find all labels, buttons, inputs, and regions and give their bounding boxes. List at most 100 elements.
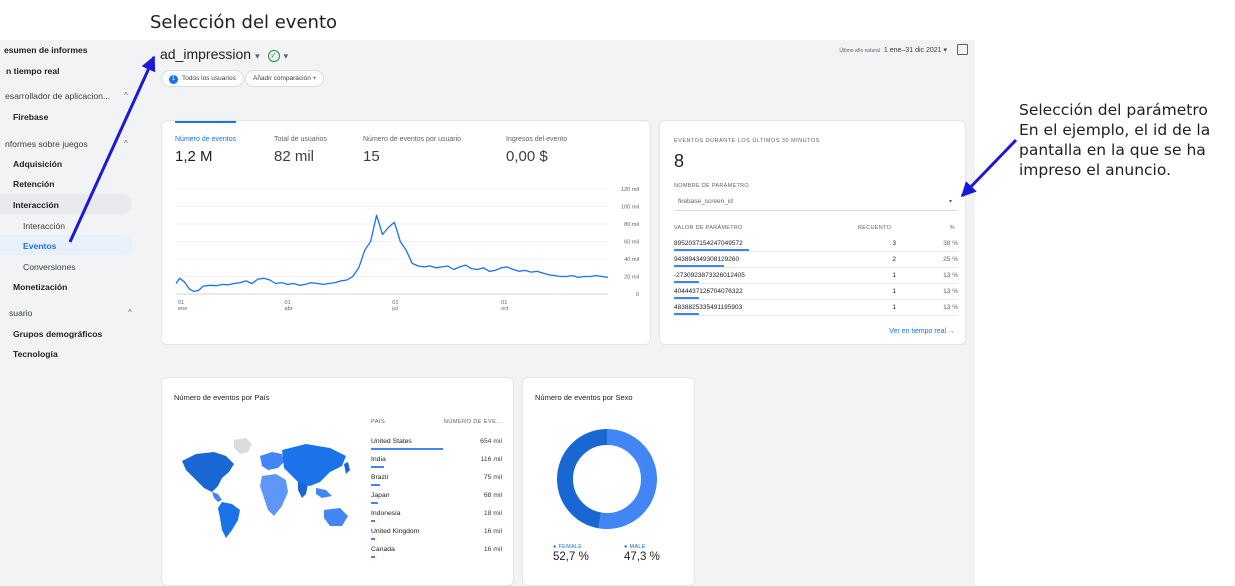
table-row: -2730923873326012405 1 13 % [674, 269, 958, 284]
customize-report-icon[interactable] [957, 44, 968, 55]
view-realtime-link[interactable]: Ver en tiempo real → [889, 328, 955, 335]
comparison-chip-all-users[interactable]: 1 Todos los usuarios [161, 70, 244, 87]
map-region-europe [260, 452, 284, 470]
map-region-india [298, 482, 308, 498]
event-name: ad_impression [160, 46, 252, 62]
sidebar-item-technology[interactable]: Tecnología [13, 349, 58, 359]
sidebar-item-monetization[interactable]: Monetización [13, 282, 67, 292]
sidebar-item-engagement[interactable]: Interacción [13, 200, 59, 210]
map-region-greenland [234, 438, 252, 454]
map-region-southeast-asia [316, 488, 332, 498]
y-tick-label: 80 mil [624, 222, 639, 228]
table-row: Japan 68 mil [371, 490, 502, 508]
map-region-japan [344, 462, 350, 474]
parameter-name-label: NOMBRE DE PARÁMETRO [674, 183, 749, 189]
share-bar [674, 265, 724, 267]
share-bar [674, 249, 749, 251]
y-tick-label: 120 mil [621, 187, 639, 193]
annotation-line: pantalla en la que se ha [1019, 141, 1206, 159]
x-tick-month: jul [391, 306, 398, 312]
table-row: India 116 mil [371, 454, 502, 472]
share-bar [371, 448, 443, 450]
nav-active-highlight [0, 235, 132, 255]
legend-female: ● FEMALE 52,7 % [553, 544, 589, 563]
events-by-gender-card: Número de eventos por Sexo ● FEMALE 52,7… [522, 377, 695, 586]
events-line-chart: 120 mil100 mil80 mil60 mil40 mil20 mil00… [175, 187, 639, 312]
comparison-number-badge: 1 [169, 75, 178, 84]
check-circle-icon[interactable]: ✓ [267, 50, 280, 62]
annotation-line: impreso el anuncio. [1019, 161, 1172, 179]
annotation-line: Selección del parámetro [1019, 101, 1208, 119]
y-tick-label: 0 [636, 292, 639, 298]
realtime-count: 8 [674, 151, 685, 171]
table-row: 4838825335491195903 1 13 % [674, 301, 958, 316]
sidebar: esumen de informes n tiempo real esarrol… [0, 40, 140, 586]
sidebar-item-demographics[interactable]: Grupos demográficos [13, 329, 102, 339]
legend-male: ● MALE 47,3 % [624, 544, 660, 563]
sidebar-item-acquisition[interactable]: Adquisición [13, 159, 62, 169]
y-tick-label: 100 mil [621, 205, 639, 211]
column-header-percent: % [949, 225, 955, 231]
date-range-label: Último año natural [839, 48, 880, 54]
realtime-card: EVENTOS DURANTE LOS ÚLTIMOS 30 MINUTOS 8… [659, 120, 966, 345]
sidebar-subitem-engagement-overview[interactable]: Interacción [23, 221, 65, 231]
chevron-down-icon[interactable]: ▾ [284, 51, 289, 61]
table-row: Indonesia 18 mil [371, 508, 502, 526]
sidebar-item-firebase[interactable]: Firebase [13, 112, 48, 122]
chevron-up-icon: ^ [124, 139, 128, 148]
map-region-central-america [212, 492, 222, 502]
share-bar [371, 466, 384, 468]
sidebar-item-realtime[interactable]: n tiempo real [6, 66, 59, 76]
table-row: 943894349308129260 2 25 % [674, 253, 958, 268]
sidebar-item-retention[interactable]: Retención [13, 179, 55, 189]
sidebar-subitem-conversions[interactable]: Conversiones [23, 262, 76, 272]
x-tick-month: ene [178, 306, 187, 312]
map-region-africa [260, 474, 288, 516]
share-bar [674, 281, 699, 283]
share-bar [371, 556, 375, 558]
event-selector[interactable]: ad_impression ▾ ✓ ▾ [160, 46, 288, 62]
sidebar-section-game-reports[interactable]: nformes sobre juegos ^ [5, 139, 128, 149]
map-region-north-america [182, 452, 234, 492]
annotation-parameter-selection: Selección del parámetro En el ejemplo, e… [1019, 100, 1235, 180]
share-bar [371, 520, 375, 522]
realtime-title: EVENTOS DURANTE LOS ÚLTIMOS 30 MINUTOS [674, 138, 820, 144]
chevron-down-icon: ▾ [255, 51, 260, 61]
column-header-country: PAÍS [371, 419, 385, 425]
annotation-line: En el ejemplo, el id de la [1019, 121, 1211, 139]
events-trend-card: Número de eventos 1,2 M Total de usuarios… [161, 120, 651, 345]
sidebar-item-reports-summary[interactable]: esumen de informes [4, 45, 88, 55]
share-bar [371, 484, 380, 486]
map-region-asia [282, 444, 346, 486]
series-line [175, 214, 609, 293]
y-tick-label: 40 mil [624, 257, 639, 263]
table-row: Canada 16 mil [371, 544, 502, 562]
x-tick-month: abr [285, 306, 293, 312]
column-header-count: RECUENTO [858, 225, 892, 231]
date-range-selector[interactable]: Último año natural 1 ene–31 dic 2021 ▾ [839, 46, 947, 54]
y-tick-label: 20 mil [624, 275, 639, 281]
table-row: 4044437126704076322 1 13 % [674, 285, 958, 300]
share-bar [674, 313, 699, 315]
sidebar-subitem-events[interactable]: Eventos [23, 241, 56, 251]
chevron-up-icon: ^ [124, 91, 128, 100]
parameter-name-dropdown[interactable]: firebase_screen_id ▾ [674, 194, 958, 211]
sidebar-section-app-developer[interactable]: esarrollador de aplicacion... ^ [5, 91, 128, 101]
gender-donut-chart [557, 429, 657, 529]
sidebar-section-user[interactable]: suario ^ [9, 308, 132, 318]
events-by-country-card: Número de eventos por País PAÍS NÚMERO D… [161, 377, 514, 586]
chevron-down-icon: ▾ [948, 199, 952, 205]
x-tick-month: oct [501, 306, 509, 312]
column-header-event-count: NÚMERO DE EVE... [443, 419, 502, 425]
world-map [182, 438, 350, 538]
table-row: 8952037154247049572 3 38 % [674, 237, 958, 252]
chevron-up-icon: ^ [128, 308, 132, 317]
card-title: Número de eventos por País [174, 393, 270, 402]
column-header-param-value: VALOR DE PARÁMETRO [674, 225, 743, 231]
share-bar [371, 502, 379, 504]
table-row: Brazil 75 mil [371, 472, 502, 490]
share-bar [371, 538, 375, 540]
y-tick-label: 60 mil [624, 240, 639, 246]
add-comparison-button[interactable]: Añadir comparación + [245, 70, 325, 87]
map-region-australia [324, 508, 348, 526]
